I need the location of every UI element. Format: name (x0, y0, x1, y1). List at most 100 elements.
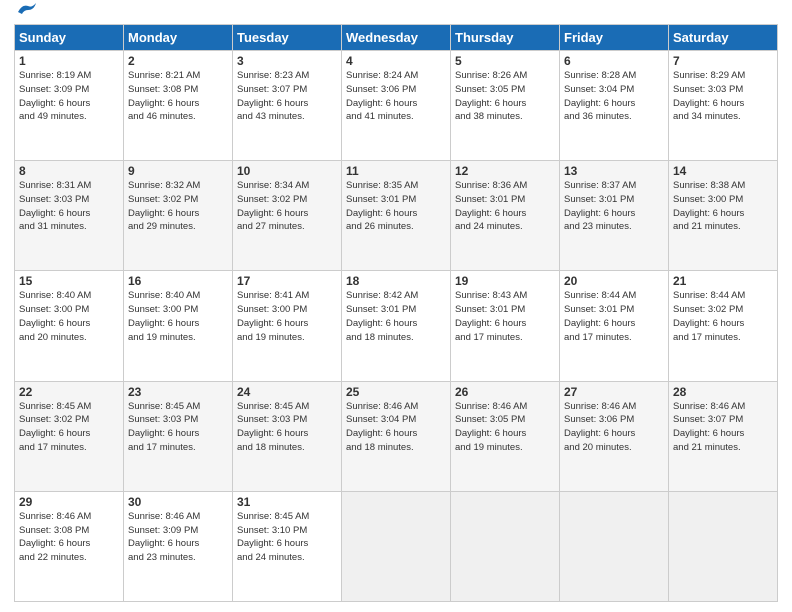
day-cell: 16Sunrise: 8:40 AMSunset: 3:00 PMDayligh… (124, 271, 233, 381)
day-number: 10 (237, 164, 337, 178)
day-number: 25 (346, 385, 446, 399)
day-info: Sunrise: 8:31 AMSunset: 3:03 PMDaylight:… (19, 179, 119, 234)
day-number: 9 (128, 164, 228, 178)
day-info: Sunrise: 8:28 AMSunset: 3:04 PMDaylight:… (564, 69, 664, 124)
logo-bird-icon (16, 2, 38, 18)
day-cell: 15Sunrise: 8:40 AMSunset: 3:00 PMDayligh… (15, 271, 124, 381)
day-cell: 10Sunrise: 8:34 AMSunset: 3:02 PMDayligh… (233, 161, 342, 271)
day-cell: 18Sunrise: 8:42 AMSunset: 3:01 PMDayligh… (342, 271, 451, 381)
day-number: 5 (455, 54, 555, 68)
day-cell: 28Sunrise: 8:46 AMSunset: 3:07 PMDayligh… (669, 381, 778, 491)
day-number: 14 (673, 164, 773, 178)
day-info: Sunrise: 8:21 AMSunset: 3:08 PMDaylight:… (128, 69, 228, 124)
header (14, 10, 778, 18)
day-info: Sunrise: 8:35 AMSunset: 3:01 PMDaylight:… (346, 179, 446, 234)
col-header-friday: Friday (560, 25, 669, 51)
day-info: Sunrise: 8:46 AMSunset: 3:06 PMDaylight:… (564, 400, 664, 455)
day-number: 12 (455, 164, 555, 178)
day-number: 8 (19, 164, 119, 178)
day-number: 20 (564, 274, 664, 288)
day-info: Sunrise: 8:32 AMSunset: 3:02 PMDaylight:… (128, 179, 228, 234)
day-cell: 19Sunrise: 8:43 AMSunset: 3:01 PMDayligh… (451, 271, 560, 381)
day-info: Sunrise: 8:46 AMSunset: 3:08 PMDaylight:… (19, 510, 119, 565)
day-info: Sunrise: 8:46 AMSunset: 3:04 PMDaylight:… (346, 400, 446, 455)
day-info: Sunrise: 8:46 AMSunset: 3:07 PMDaylight:… (673, 400, 773, 455)
day-info: Sunrise: 8:24 AMSunset: 3:06 PMDaylight:… (346, 69, 446, 124)
day-info: Sunrise: 8:44 AMSunset: 3:02 PMDaylight:… (673, 289, 773, 344)
day-cell: 2Sunrise: 8:21 AMSunset: 3:08 PMDaylight… (124, 51, 233, 161)
day-info: Sunrise: 8:36 AMSunset: 3:01 PMDaylight:… (455, 179, 555, 234)
week-row-3: 15Sunrise: 8:40 AMSunset: 3:00 PMDayligh… (15, 271, 778, 381)
day-cell: 17Sunrise: 8:41 AMSunset: 3:00 PMDayligh… (233, 271, 342, 381)
day-number: 29 (19, 495, 119, 509)
day-info: Sunrise: 8:34 AMSunset: 3:02 PMDaylight:… (237, 179, 337, 234)
day-number: 27 (564, 385, 664, 399)
page: SundayMondayTuesdayWednesdayThursdayFrid… (0, 0, 792, 612)
day-cell: 14Sunrise: 8:38 AMSunset: 3:00 PMDayligh… (669, 161, 778, 271)
day-number: 3 (237, 54, 337, 68)
week-row-2: 8Sunrise: 8:31 AMSunset: 3:03 PMDaylight… (15, 161, 778, 271)
day-cell: 20Sunrise: 8:44 AMSunset: 3:01 PMDayligh… (560, 271, 669, 381)
col-header-monday: Monday (124, 25, 233, 51)
day-info: Sunrise: 8:45 AMSunset: 3:10 PMDaylight:… (237, 510, 337, 565)
col-header-tuesday: Tuesday (233, 25, 342, 51)
day-info: Sunrise: 8:38 AMSunset: 3:00 PMDaylight:… (673, 179, 773, 234)
day-cell: 7Sunrise: 8:29 AMSunset: 3:03 PMDaylight… (669, 51, 778, 161)
day-cell: 11Sunrise: 8:35 AMSunset: 3:01 PMDayligh… (342, 161, 451, 271)
day-info: Sunrise: 8:46 AMSunset: 3:09 PMDaylight:… (128, 510, 228, 565)
day-number: 7 (673, 54, 773, 68)
day-info: Sunrise: 8:46 AMSunset: 3:05 PMDaylight:… (455, 400, 555, 455)
day-info: Sunrise: 8:42 AMSunset: 3:01 PMDaylight:… (346, 289, 446, 344)
day-cell: 22Sunrise: 8:45 AMSunset: 3:02 PMDayligh… (15, 381, 124, 491)
day-number: 17 (237, 274, 337, 288)
day-cell (560, 491, 669, 601)
day-number: 6 (564, 54, 664, 68)
day-cell: 4Sunrise: 8:24 AMSunset: 3:06 PMDaylight… (342, 51, 451, 161)
day-number: 4 (346, 54, 446, 68)
day-cell: 26Sunrise: 8:46 AMSunset: 3:05 PMDayligh… (451, 381, 560, 491)
day-info: Sunrise: 8:23 AMSunset: 3:07 PMDaylight:… (237, 69, 337, 124)
day-info: Sunrise: 8:40 AMSunset: 3:00 PMDaylight:… (19, 289, 119, 344)
day-info: Sunrise: 8:19 AMSunset: 3:09 PMDaylight:… (19, 69, 119, 124)
day-number: 31 (237, 495, 337, 509)
day-info: Sunrise: 8:40 AMSunset: 3:00 PMDaylight:… (128, 289, 228, 344)
day-cell: 27Sunrise: 8:46 AMSunset: 3:06 PMDayligh… (560, 381, 669, 491)
day-info: Sunrise: 8:43 AMSunset: 3:01 PMDaylight:… (455, 289, 555, 344)
day-number: 1 (19, 54, 119, 68)
week-row-5: 29Sunrise: 8:46 AMSunset: 3:08 PMDayligh… (15, 491, 778, 601)
day-number: 16 (128, 274, 228, 288)
day-cell: 29Sunrise: 8:46 AMSunset: 3:08 PMDayligh… (15, 491, 124, 601)
day-number: 13 (564, 164, 664, 178)
day-number: 28 (673, 385, 773, 399)
day-number: 23 (128, 385, 228, 399)
day-number: 19 (455, 274, 555, 288)
day-number: 30 (128, 495, 228, 509)
day-cell: 12Sunrise: 8:36 AMSunset: 3:01 PMDayligh… (451, 161, 560, 271)
day-cell (342, 491, 451, 601)
day-cell: 8Sunrise: 8:31 AMSunset: 3:03 PMDaylight… (15, 161, 124, 271)
day-number: 21 (673, 274, 773, 288)
day-info: Sunrise: 8:45 AMSunset: 3:03 PMDaylight:… (128, 400, 228, 455)
day-number: 24 (237, 385, 337, 399)
day-cell: 9Sunrise: 8:32 AMSunset: 3:02 PMDaylight… (124, 161, 233, 271)
day-number: 2 (128, 54, 228, 68)
calendar-body: 1Sunrise: 8:19 AMSunset: 3:09 PMDaylight… (15, 51, 778, 602)
day-cell: 31Sunrise: 8:45 AMSunset: 3:10 PMDayligh… (233, 491, 342, 601)
day-cell: 23Sunrise: 8:45 AMSunset: 3:03 PMDayligh… (124, 381, 233, 491)
day-number: 15 (19, 274, 119, 288)
week-row-4: 22Sunrise: 8:45 AMSunset: 3:02 PMDayligh… (15, 381, 778, 491)
day-number: 26 (455, 385, 555, 399)
day-info: Sunrise: 8:44 AMSunset: 3:01 PMDaylight:… (564, 289, 664, 344)
day-cell: 13Sunrise: 8:37 AMSunset: 3:01 PMDayligh… (560, 161, 669, 271)
col-header-sunday: Sunday (15, 25, 124, 51)
day-cell: 21Sunrise: 8:44 AMSunset: 3:02 PMDayligh… (669, 271, 778, 381)
col-header-wednesday: Wednesday (342, 25, 451, 51)
day-number: 11 (346, 164, 446, 178)
col-header-saturday: Saturday (669, 25, 778, 51)
calendar-table: SundayMondayTuesdayWednesdayThursdayFrid… (14, 24, 778, 602)
day-cell: 3Sunrise: 8:23 AMSunset: 3:07 PMDaylight… (233, 51, 342, 161)
day-cell (669, 491, 778, 601)
day-cell: 30Sunrise: 8:46 AMSunset: 3:09 PMDayligh… (124, 491, 233, 601)
day-info: Sunrise: 8:26 AMSunset: 3:05 PMDaylight:… (455, 69, 555, 124)
day-cell: 5Sunrise: 8:26 AMSunset: 3:05 PMDaylight… (451, 51, 560, 161)
